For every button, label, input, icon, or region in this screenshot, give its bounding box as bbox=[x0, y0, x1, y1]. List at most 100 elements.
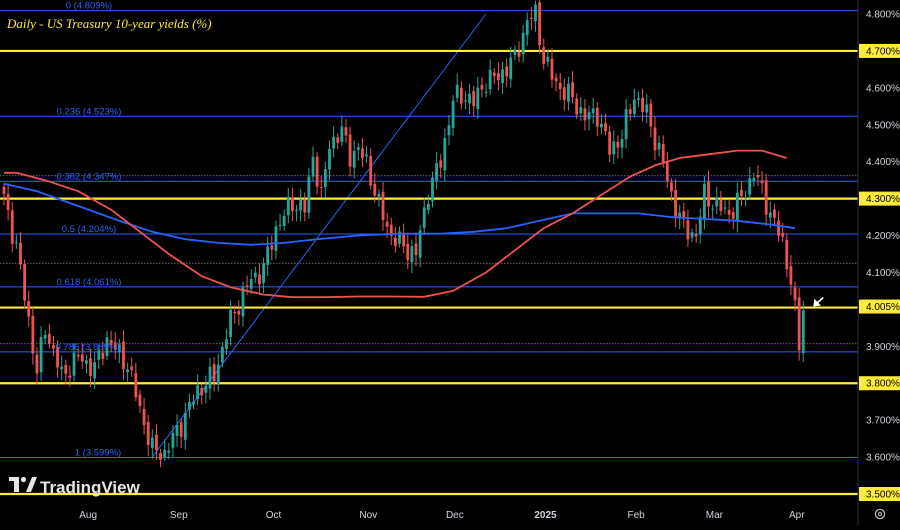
candle-body bbox=[2, 186, 6, 195]
candle-body bbox=[575, 98, 579, 115]
candle-body bbox=[484, 91, 488, 93]
candle-body bbox=[657, 142, 661, 150]
candle-body bbox=[204, 385, 208, 393]
candle-body bbox=[27, 301, 31, 317]
candle-body bbox=[513, 49, 517, 55]
candle-body bbox=[488, 69, 492, 90]
candle-body bbox=[439, 160, 443, 168]
chart-title: Daily - US Treasury 10-year yields (%) bbox=[6, 16, 212, 31]
candle-body bbox=[649, 103, 653, 127]
candle-body bbox=[245, 285, 249, 288]
candle-body bbox=[517, 51, 521, 57]
pointer-arrow-icon bbox=[813, 296, 824, 307]
candle-body bbox=[229, 309, 232, 338]
candle-body bbox=[731, 212, 735, 219]
candle-body bbox=[459, 87, 463, 104]
candle-body bbox=[410, 246, 414, 263]
fib-level-label: 0.618 (4.061%) bbox=[57, 277, 122, 288]
candle-body bbox=[406, 243, 410, 260]
price-tick-label: 3.800% bbox=[866, 379, 900, 390]
candle-body bbox=[85, 360, 88, 364]
fib-level-label: 0.236 (4.523%) bbox=[57, 106, 122, 117]
candle-body bbox=[19, 242, 22, 265]
candle-body bbox=[546, 56, 550, 62]
candle-body bbox=[31, 315, 35, 354]
candle-body bbox=[744, 197, 747, 199]
candle-body bbox=[472, 90, 476, 106]
candle-body bbox=[620, 139, 624, 148]
candle-body bbox=[361, 148, 364, 158]
candle-body bbox=[311, 156, 315, 177]
candle-body bbox=[266, 246, 270, 265]
candle-body bbox=[542, 47, 546, 64]
candle-body bbox=[319, 187, 323, 189]
price-tick-label: 4.700% bbox=[866, 46, 900, 57]
candle-body bbox=[142, 408, 146, 426]
candle-body bbox=[468, 93, 471, 104]
candle-body bbox=[727, 210, 731, 215]
candle-body bbox=[253, 272, 257, 278]
candle-body bbox=[212, 364, 216, 382]
candle-body bbox=[150, 437, 154, 448]
candle-body bbox=[661, 143, 665, 164]
fib-level-label: 0.382 (4.347%) bbox=[57, 171, 122, 182]
candle-body bbox=[122, 341, 125, 370]
candle-body bbox=[47, 333, 51, 344]
candle-body bbox=[241, 287, 245, 317]
candle-body bbox=[616, 141, 620, 148]
candle-body bbox=[196, 385, 200, 400]
candle-body bbox=[216, 364, 220, 384]
price-axis-panel bbox=[858, 0, 900, 525]
candle-body bbox=[579, 107, 583, 114]
candle-body bbox=[752, 177, 756, 182]
candle-body bbox=[43, 335, 47, 339]
candle-body bbox=[587, 112, 591, 120]
candle-body bbox=[608, 131, 612, 155]
candle-body bbox=[64, 364, 68, 374]
candle-body bbox=[356, 147, 360, 150]
candle-body bbox=[529, 17, 533, 19]
candle-body bbox=[340, 126, 344, 142]
candle-body bbox=[237, 311, 241, 315]
candle-body bbox=[628, 109, 632, 115]
time-tick-label: Aug bbox=[79, 510, 97, 521]
candle-body bbox=[550, 58, 554, 80]
time-tick-label: Sep bbox=[170, 510, 188, 521]
candle-body bbox=[60, 366, 64, 370]
candle-body bbox=[274, 226, 278, 251]
candle-body bbox=[670, 182, 673, 192]
candle-body bbox=[183, 412, 187, 440]
candle-body bbox=[443, 138, 447, 171]
candle-body bbox=[200, 387, 204, 396]
price-tick-label: 3.600% bbox=[866, 453, 900, 464]
yield-chart: 0 (4.809%) 0.236 (4.523%) 0.382 (4.347%) 0.… bbox=[0, 0, 900, 525]
candle-body bbox=[365, 154, 368, 157]
candle-body bbox=[567, 83, 570, 102]
candle-body bbox=[571, 82, 574, 98]
candle-body bbox=[637, 98, 640, 101]
fib-level-label: 0.786 (3.885%) bbox=[56, 342, 121, 353]
time-tick-label: Apr bbox=[789, 510, 805, 521]
candle-body bbox=[385, 221, 389, 227]
chart: 0 (4.809%) 0.236 (4.523%) 0.382 (4.347%) 0.… bbox=[0, 0, 900, 525]
candle-body bbox=[295, 210, 298, 212]
candle-body bbox=[155, 434, 158, 451]
candle-body bbox=[497, 73, 500, 81]
candle-body bbox=[352, 151, 356, 168]
candle-body bbox=[52, 345, 55, 349]
candle-body bbox=[381, 192, 385, 220]
candle-body bbox=[690, 232, 694, 238]
candle-body bbox=[538, 2, 541, 45]
candle-body bbox=[336, 137, 340, 143]
time-tick-label: 2025 bbox=[534, 510, 557, 521]
candle-body bbox=[101, 352, 105, 359]
candle-body bbox=[476, 87, 480, 109]
candle-body bbox=[492, 72, 496, 76]
candle-body bbox=[163, 449, 167, 457]
candle-body bbox=[653, 127, 657, 151]
candle-body bbox=[76, 354, 80, 357]
candle-body bbox=[208, 366, 212, 389]
candle-body bbox=[600, 123, 603, 128]
candle-body bbox=[501, 69, 504, 84]
candle-body bbox=[711, 208, 715, 210]
